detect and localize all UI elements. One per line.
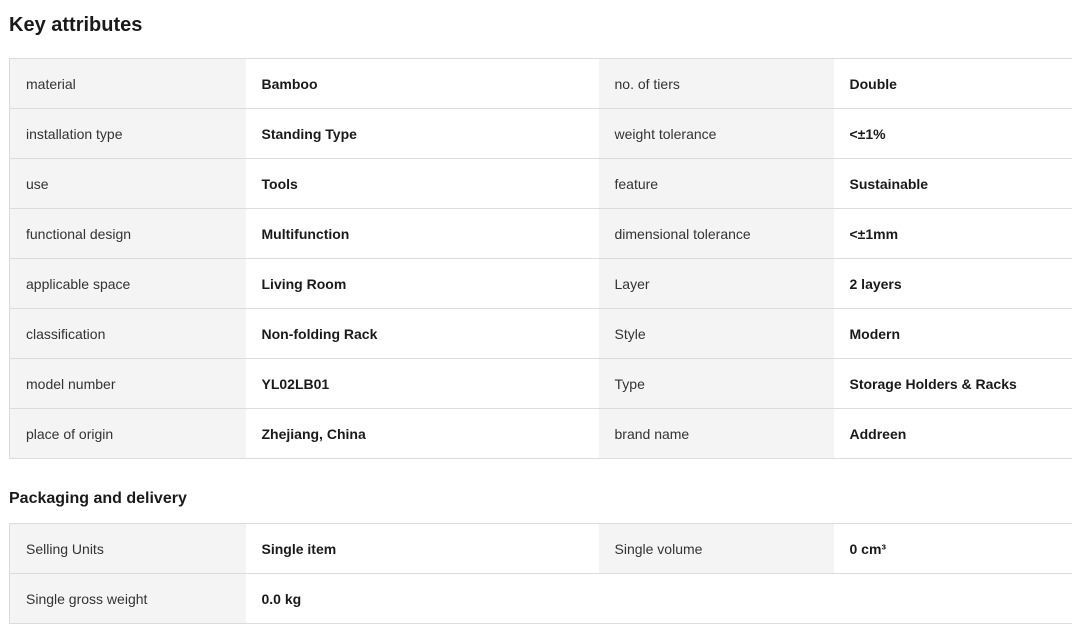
attribute-label: no. of tiers <box>598 58 834 109</box>
attribute-value: Non-folding Rack <box>245 308 599 359</box>
key-attributes-title: Key attributes <box>9 14 143 36</box>
attribute-value: Single item <box>245 523 599 574</box>
attribute-label: Single gross weight <box>9 573 246 624</box>
attribute-value: Tools <box>245 158 599 209</box>
attribute-label: place of origin <box>9 408 246 459</box>
packaging-delivery-table: Selling Units Single item Single volume … <box>9 523 1072 624</box>
table-row: Single gross weight 0.0 kg <box>9 573 1072 624</box>
attribute-value: YL02LB01 <box>245 358 599 409</box>
attribute-value: 0 cm³ <box>833 523 1072 574</box>
product-attributes-page: Key attributes material Bamboo no. of ti… <box>0 0 1072 630</box>
attribute-value: Multifunction <box>245 208 599 259</box>
table-row: material Bamboo no. of tiers Double <box>9 58 1072 109</box>
attribute-label: Selling Units <box>9 523 246 574</box>
table-row: functional design Multifunction dimensio… <box>9 208 1072 259</box>
attribute-label: Single volume <box>598 523 834 574</box>
empty-cell <box>598 573 1072 624</box>
attribute-value: 0.0 kg <box>245 573 599 624</box>
attribute-label: Type <box>598 358 834 409</box>
attribute-label: use <box>9 158 246 209</box>
attribute-value: Zhejiang, China <box>245 408 599 459</box>
attribute-value: 2 layers <box>833 258 1072 309</box>
attribute-label: Style <box>598 308 834 359</box>
attribute-label: installation type <box>9 108 246 159</box>
attribute-value: Modern <box>833 308 1072 359</box>
attribute-value: Storage Holders & Racks <box>833 358 1072 409</box>
attribute-value: Sustainable <box>833 158 1072 209</box>
attribute-label: dimensional tolerance <box>598 208 834 259</box>
table-row: classification Non-folding Rack Style Mo… <box>9 308 1072 359</box>
table-row: model number YL02LB01 Type Storage Holde… <box>9 358 1072 409</box>
table-row: applicable space Living Room Layer 2 lay… <box>9 258 1072 309</box>
attribute-value: <±1mm <box>833 208 1072 259</box>
packaging-delivery-title: Packaging and delivery <box>9 490 187 507</box>
table-row: use Tools feature Sustainable <box>9 158 1072 209</box>
attribute-label: material <box>9 58 246 109</box>
attribute-value: Double <box>833 58 1072 109</box>
attribute-label: classification <box>9 308 246 359</box>
attribute-label: model number <box>9 358 246 409</box>
attribute-label: Layer <box>598 258 834 309</box>
attribute-label: functional design <box>9 208 246 259</box>
attribute-value: Addreen <box>833 408 1072 459</box>
key-attributes-table: material Bamboo no. of tiers Double inst… <box>9 58 1072 459</box>
table-row: place of origin Zhejiang, China brand na… <box>9 408 1072 459</box>
attribute-value: Bamboo <box>245 58 599 109</box>
attribute-label: brand name <box>598 408 834 459</box>
attribute-value: Standing Type <box>245 108 599 159</box>
attribute-label: applicable space <box>9 258 246 309</box>
attribute-value: <±1% <box>833 108 1072 159</box>
attribute-label: feature <box>598 158 834 209</box>
attribute-value: Living Room <box>245 258 599 309</box>
table-row: Selling Units Single item Single volume … <box>9 523 1072 574</box>
table-row: installation type Standing Type weight t… <box>9 108 1072 159</box>
attribute-label: weight tolerance <box>598 108 834 159</box>
